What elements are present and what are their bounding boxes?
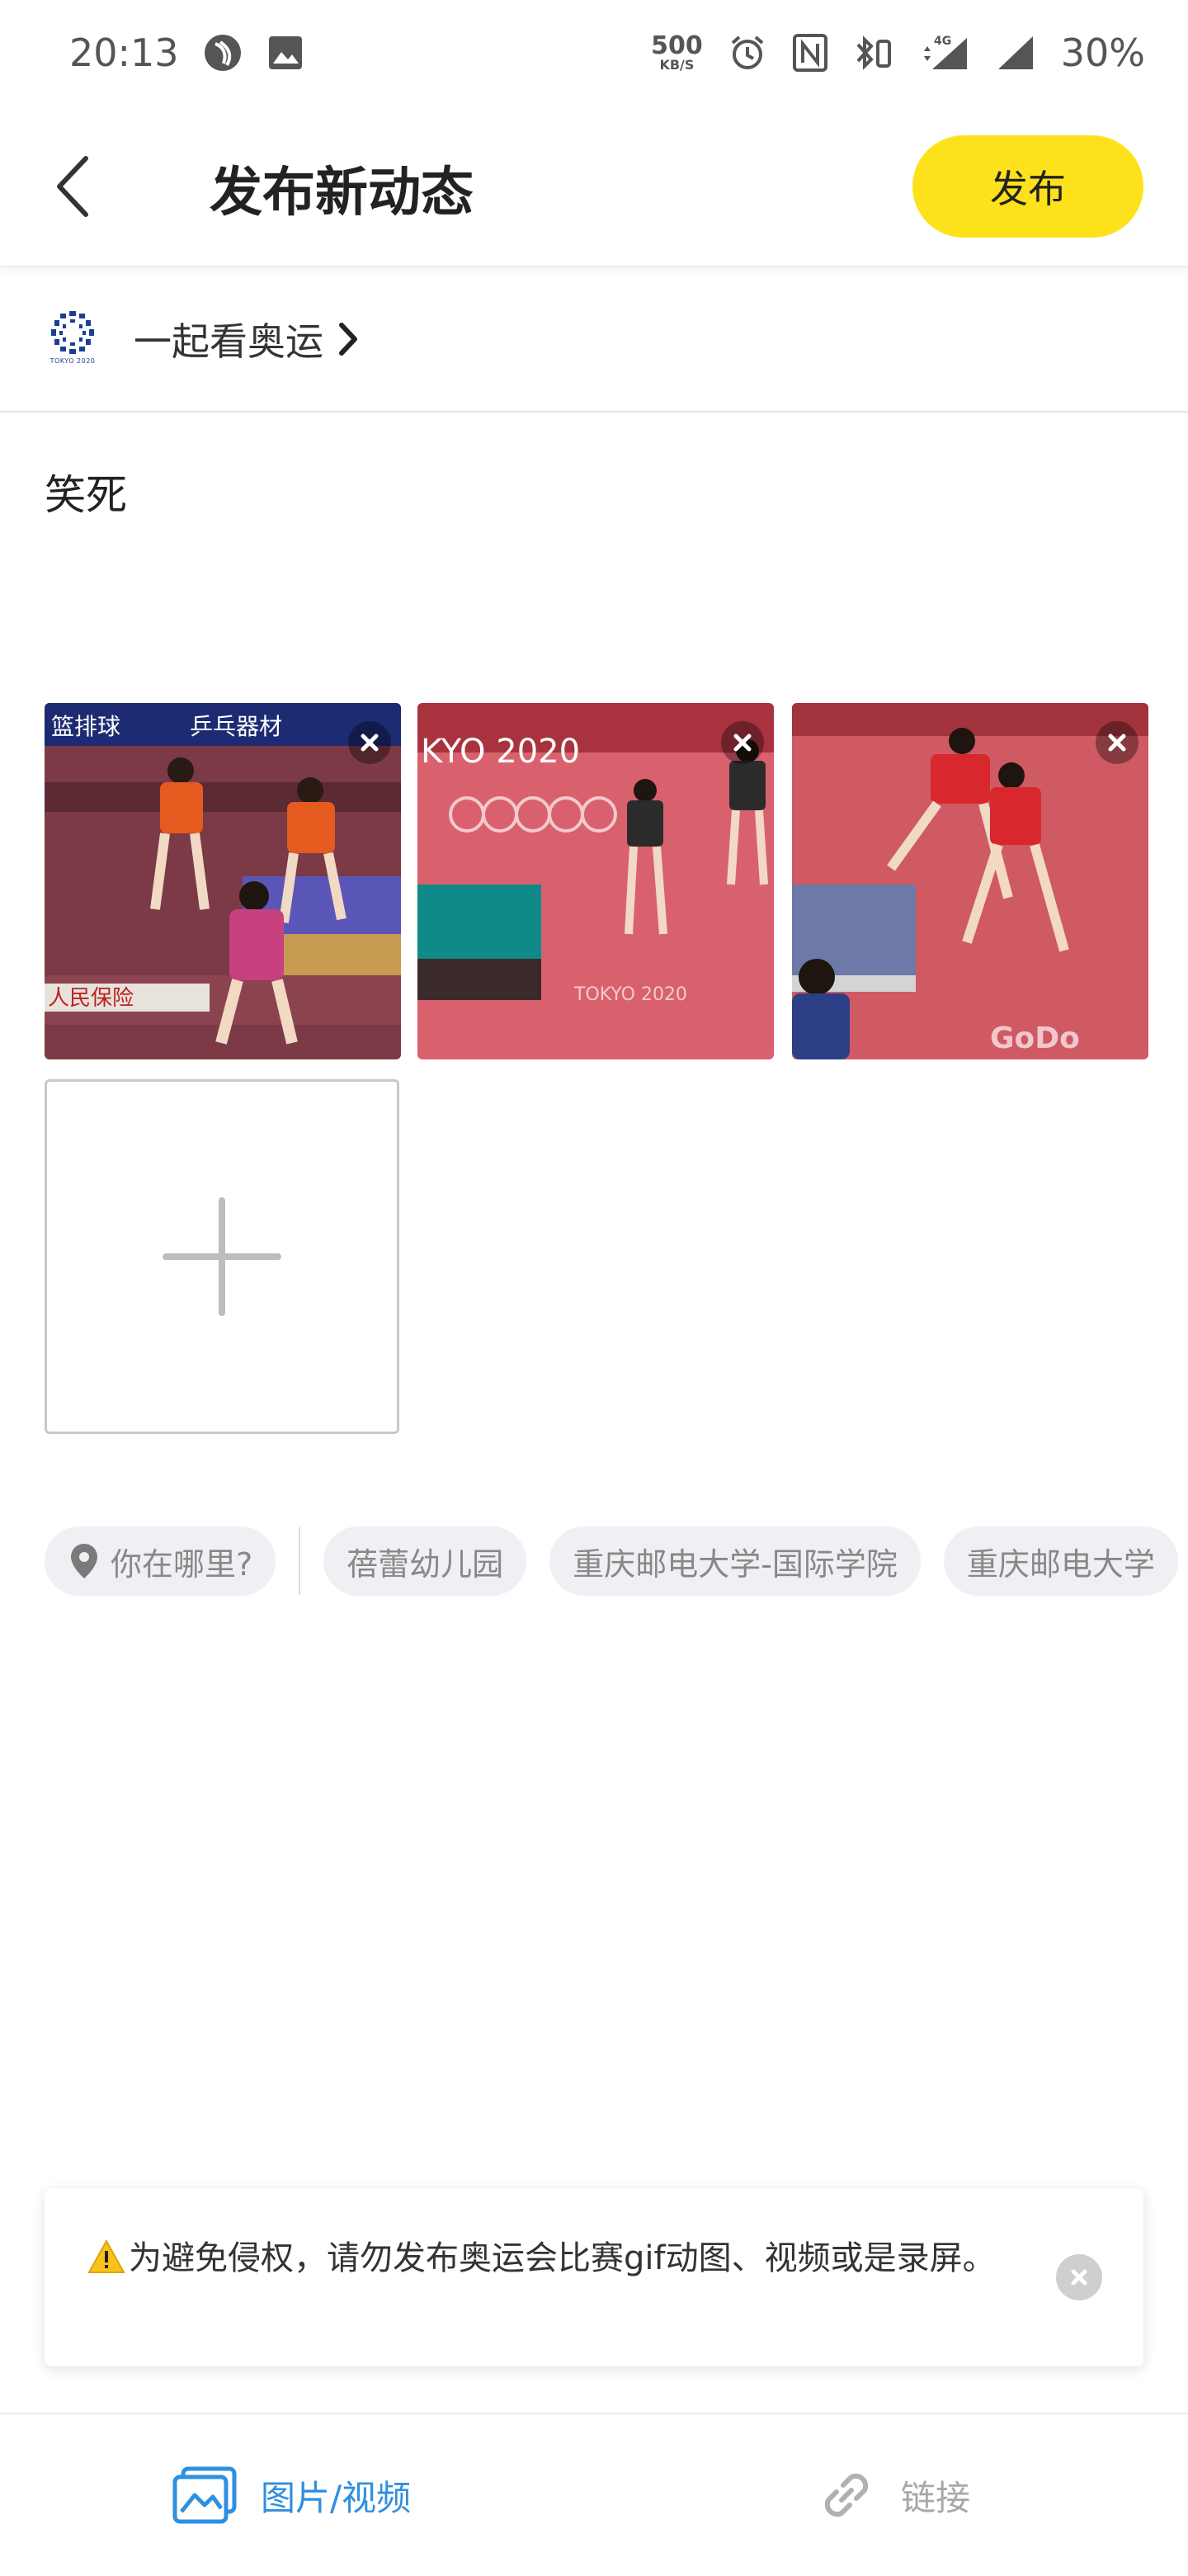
svg-text:人民保险: 人民保险 xyxy=(48,986,134,1011)
chevron-right-icon xyxy=(339,323,357,356)
close-icon xyxy=(1071,2269,1087,2286)
network-speed: 500 KB/S xyxy=(651,31,703,73)
remove-photo-button[interactable] xyxy=(348,721,391,764)
back-button[interactable] xyxy=(33,145,116,228)
remove-photo-button[interactable] xyxy=(721,721,764,764)
photo-thumbnail[interactable]: KYO 2020 TOKYO 2020 xyxy=(417,703,774,1059)
photo-thumbnail[interactable]: 篮排球 乒乓器材 人民保险 xyxy=(45,703,401,1059)
dismiss-warning-button[interactable] xyxy=(1056,2254,1102,2300)
svg-text:TOKYO 2020: TOKYO 2020 xyxy=(573,984,687,1005)
add-photo-button[interactable] xyxy=(45,1079,399,1434)
svg-text:篮排球: 篮排球 xyxy=(51,713,120,740)
chip-divider xyxy=(299,1527,301,1595)
topic-selector[interactable]: TOKYO 2020 一起看奥运 xyxy=(0,267,1188,413)
signal-4g-icon: 4G xyxy=(923,35,967,69)
link-icon xyxy=(824,2473,869,2517)
battery-level: 30% xyxy=(1060,31,1145,75)
location-suggestion-chip[interactable]: 重庆邮电大学 xyxy=(943,1526,1178,1596)
tab-link-label: 链接 xyxy=(901,2477,971,2518)
app-notification-icon xyxy=(204,35,241,71)
photo-thumbnail[interactable]: GoDo xyxy=(792,703,1148,1059)
warning-icon xyxy=(87,2239,125,2273)
post-text-input[interactable]: 笑死 xyxy=(45,462,127,521)
location-pin-icon xyxy=(71,1544,97,1578)
status-time: 20:13 xyxy=(69,31,179,75)
topic-label: 一起看奥运 xyxy=(134,319,323,364)
back-arrow-icon xyxy=(57,156,88,217)
tokyo-emblem-icon xyxy=(51,311,94,354)
status-bar: 20:13 500 KB/S 4G 30% xyxy=(0,0,1188,106)
page-title: 发布新动态 xyxy=(210,163,474,224)
nfc-icon xyxy=(792,34,827,72)
remove-photo-button[interactable] xyxy=(1096,721,1138,764)
bottom-toolbar: 图片/视频 链接 xyxy=(0,2413,1188,2574)
copyright-warning-card: 为避免侵权，请勿发布奥运会比赛gif动图、视频或是录屏。 xyxy=(45,2188,1143,2366)
close-icon xyxy=(733,734,752,752)
bluetooth-battery-icon xyxy=(856,35,891,70)
top-app-bar: 发布新动态 发布 xyxy=(0,106,1188,267)
location-suggestion-chip[interactable]: 蓓蕾幼儿园 xyxy=(323,1526,527,1596)
warning-message: 为避免侵权，请勿发布奥运会比赛gif动图、视频或是录屏。 xyxy=(87,2238,1036,2279)
plus-icon xyxy=(163,1197,281,1316)
image-notification-icon xyxy=(268,36,302,69)
close-icon xyxy=(361,734,379,752)
olympic-logo: TOKYO 2020 xyxy=(46,309,99,369)
table-tennis-photo-1: 篮排球 乒乓器材 人民保险 xyxy=(45,703,401,1059)
alarm-icon xyxy=(731,35,764,69)
location-prompt: 你在哪里? xyxy=(111,1545,253,1583)
tab-link[interactable]: 链接 xyxy=(815,2414,970,2576)
location-suggestions: 你在哪里? 蓓蕾幼儿园 重庆邮电大学-国际学院 重庆邮电大学 xyxy=(45,1526,1188,1596)
table-tennis-photo-2: KYO 2020 TOKYO 2020 xyxy=(417,703,774,1059)
svg-text:乒乓器材: 乒乓器材 xyxy=(190,713,282,740)
image-video-icon xyxy=(172,2466,237,2524)
tab-media[interactable]: 图片/视频 xyxy=(172,2414,411,2576)
signal-icon xyxy=(997,36,1033,69)
svg-text:GoDo: GoDo xyxy=(990,1021,1080,1055)
svg-text:4G: 4G xyxy=(934,35,951,48)
publish-button[interactable]: 发布 xyxy=(912,135,1143,238)
svg-text:KYO 2020: KYO 2020 xyxy=(421,733,580,771)
table-tennis-photo-3: GoDo xyxy=(792,703,1148,1059)
location-picker-chip[interactable]: 你在哪里? xyxy=(45,1526,276,1596)
location-suggestion-chip[interactable]: 重庆邮电大学-国际学院 xyxy=(549,1526,921,1596)
tab-media-label: 图片/视频 xyxy=(261,2477,412,2518)
close-icon xyxy=(1108,734,1126,752)
